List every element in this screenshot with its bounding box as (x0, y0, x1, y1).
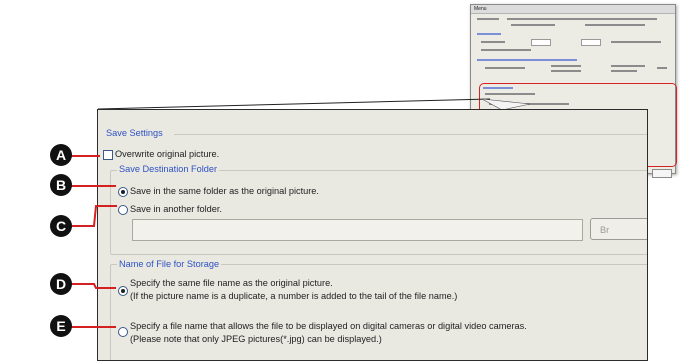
marker-c-line (70, 205, 117, 227)
marker-c-leader (70, 205, 117, 289)
marker-e-line (70, 326, 116, 328)
marker-e: E (50, 315, 72, 337)
marker-d-line (70, 283, 116, 289)
marker-c: C (50, 215, 72, 237)
marker-d: D (50, 273, 72, 295)
